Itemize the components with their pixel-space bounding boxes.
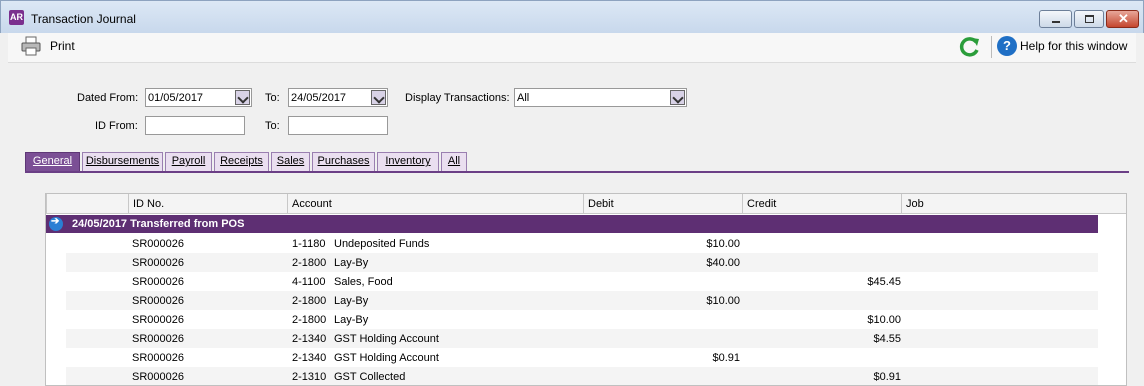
display-transactions-select[interactable]: All — [514, 88, 687, 107]
tab-purchases[interactable]: Purchases — [312, 152, 375, 171]
header-account[interactable]: Account — [287, 194, 583, 214]
table-row[interactable]: SR000026 1-1180 Undeposited Funds $10.00 — [66, 234, 1098, 253]
dated-from-dropdown-icon[interactable] — [235, 90, 250, 105]
group-label: 24/05/2017 Transferred from POS — [72, 218, 245, 230]
id-from-label: ID From: — [95, 120, 138, 132]
close-button[interactable]: ✕ — [1106, 10, 1139, 28]
print-button[interactable]: Print — [50, 39, 75, 53]
table-row[interactable]: SR000026 4-1100 Sales, Food $45.45 — [66, 272, 1098, 291]
dated-from-value: 01/05/2017 — [148, 92, 204, 104]
cell-debit: $10.00 — [706, 238, 740, 250]
cell-acct-name: Lay-By — [334, 295, 369, 307]
app-logo-icon: AR — [9, 10, 24, 25]
cell-acct-name: GST Holding Account — [334, 352, 439, 364]
cell-acct-name: GST Collected — [334, 371, 406, 383]
cell-acct-no: 2-1800 — [292, 257, 327, 269]
tab-underline — [25, 171, 1129, 173]
header-id[interactable]: ID No. — [128, 194, 287, 214]
display-transactions-dropdown-icon[interactable] — [670, 90, 685, 105]
header-spacer — [46, 194, 128, 214]
table-row[interactable]: SR000026 2-1340 GST Holding Account $4.55 — [66, 329, 1098, 348]
content-area: Dated From: 01/05/2017 To: 24/05/2017 Di… — [8, 64, 1136, 386]
dated-from-field[interactable]: 01/05/2017 — [145, 88, 252, 107]
cell-id: SR000026 — [132, 352, 184, 364]
cell-acct-no: 4-1100 — [292, 276, 326, 288]
dated-from-label: Dated From: — [77, 92, 139, 104]
title-bar: AR Transaction Journal ✕ — [0, 0, 1144, 33]
arrow-right-icon[interactable] — [49, 216, 63, 231]
header-debit[interactable]: Debit — [583, 194, 742, 214]
maximize-button[interactable] — [1074, 10, 1104, 28]
cell-acct-no: 2-1340 — [292, 352, 327, 364]
cell-credit: $0.91 — [873, 371, 901, 383]
journal-table: ID No. Account Debit Credit Job 24/05/20… — [45, 193, 1127, 386]
tab-disbursements[interactable]: Disbursements — [82, 152, 163, 171]
cell-acct-no: 2-1800 — [292, 314, 327, 326]
dated-to-dropdown-icon[interactable] — [371, 90, 386, 105]
minimize-icon — [1052, 21, 1060, 23]
cell-id: SR000026 — [132, 314, 184, 326]
cell-debit: $10.00 — [706, 295, 740, 307]
minimize-button[interactable] — [1039, 10, 1072, 28]
dated-to-label: To: — [265, 92, 280, 104]
table-row[interactable]: SR000026 2-1800 Lay-By $40.00 — [66, 253, 1098, 272]
table-row[interactable]: SR000026 2-1310 GST Collected $0.91 — [66, 367, 1098, 385]
cell-acct-name: Undeposited Funds — [334, 238, 430, 250]
table-row[interactable]: SR000026 2-1800 Lay-By $10.00 — [66, 291, 1098, 310]
toolbar: Print ? Help for this window — [8, 33, 1136, 63]
cell-credit: $45.45 — [867, 276, 901, 288]
tab-general[interactable]: General — [25, 152, 80, 172]
table-header: ID No. Account Debit Credit Job — [46, 194, 1126, 214]
printer-icon[interactable] — [21, 36, 41, 56]
header-job[interactable]: Job — [901, 194, 1126, 214]
cell-id: SR000026 — [132, 371, 184, 383]
cell-debit: $0.91 — [712, 352, 740, 364]
cell-acct-no: 2-1310 — [292, 371, 327, 383]
transaction-group-row[interactable]: 24/05/2017 Transferred from POS — [46, 215, 1098, 233]
cell-debit: $40.00 — [706, 257, 740, 269]
cell-acct-name: Sales, Food — [334, 276, 393, 288]
id-from-field[interactable] — [145, 116, 245, 135]
id-to-label: To: — [265, 120, 280, 132]
tab-sales[interactable]: Sales — [271, 152, 310, 171]
cell-id: SR000026 — [132, 333, 184, 345]
toolbar-separator — [991, 36, 992, 58]
cell-acct-name: Lay-By — [334, 257, 369, 269]
refresh-icon[interactable] — [959, 36, 981, 58]
window-title: Transaction Journal — [31, 12, 136, 26]
dated-to-field[interactable]: 24/05/2017 — [288, 88, 388, 107]
header-credit[interactable]: Credit — [742, 194, 901, 214]
help-button[interactable]: Help for this window — [1020, 39, 1127, 53]
maximize-icon — [1085, 15, 1094, 23]
display-transactions-label: Display Transactions: — [405, 92, 510, 104]
display-transactions-value: All — [517, 92, 530, 104]
tab-payroll[interactable]: Payroll — [165, 152, 212, 171]
table-row[interactable]: SR000026 2-1800 Lay-By $10.00 — [66, 310, 1098, 329]
cell-id: SR000026 — [132, 238, 184, 250]
close-icon: ✕ — [1118, 11, 1129, 26]
cell-acct-name: GST Holding Account — [334, 333, 439, 345]
cell-credit: $4.55 — [873, 333, 901, 345]
help-icon[interactable]: ? — [997, 36, 1017, 56]
tab-receipts[interactable]: Receipts — [214, 152, 269, 171]
cell-acct-no: 1-1180 — [292, 238, 326, 250]
cell-acct-name: Lay-By — [334, 314, 369, 326]
cell-acct-no: 2-1340 — [292, 333, 327, 345]
tab-inventory[interactable]: Inventory — [377, 152, 439, 171]
tab-all[interactable]: All — [441, 152, 467, 171]
id-to-field[interactable] — [288, 116, 388, 135]
cell-id: SR000026 — [132, 295, 184, 307]
cell-acct-no: 2-1800 — [292, 295, 327, 307]
cell-id: SR000026 — [132, 257, 184, 269]
dated-to-value: 24/05/2017 — [291, 92, 347, 104]
table-row[interactable]: SR000026 2-1340 GST Holding Account $0.91 — [66, 348, 1098, 367]
cell-id: SR000026 — [132, 276, 184, 288]
cell-credit: $10.00 — [867, 314, 901, 326]
